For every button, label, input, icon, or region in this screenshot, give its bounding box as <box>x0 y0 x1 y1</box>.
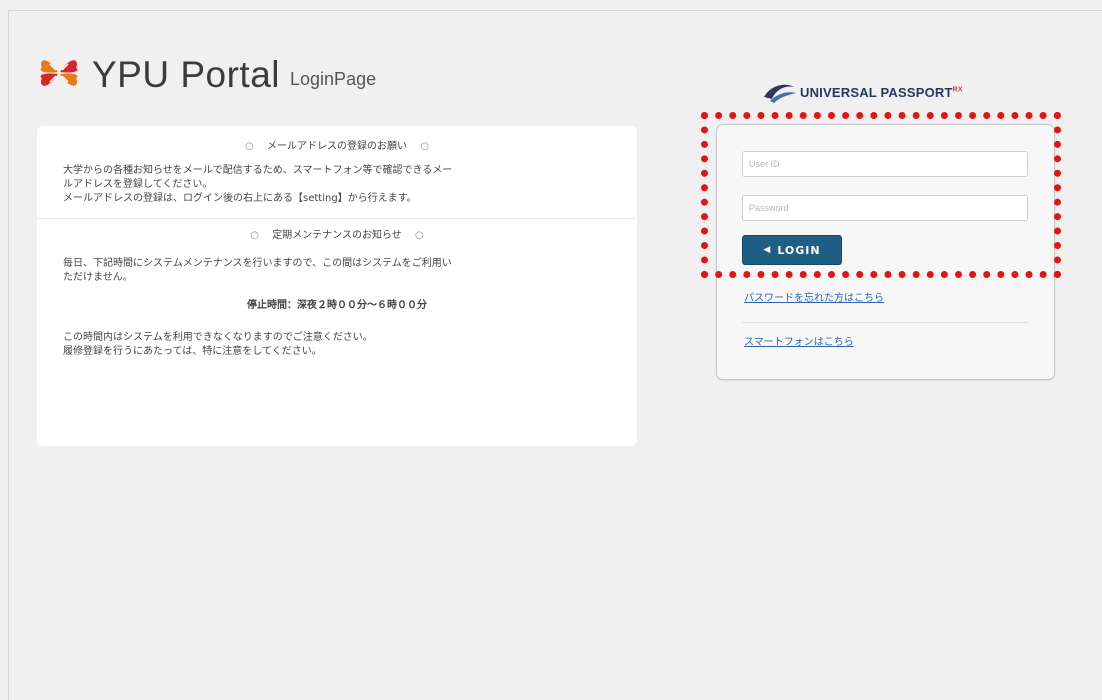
portal-logo: YPU Portal LoginPage <box>36 46 376 96</box>
notice-text: ただけません。 <box>63 272 133 283</box>
circle-mark-icon: ○ <box>250 230 259 241</box>
notice-text: この時間内はシステムを利用できなくなりますのでご注意ください。 <box>63 332 373 343</box>
notice-text: 毎日、下記時間にシステムメンテナンスを行いますので、この間はシステムをご利用い <box>63 258 452 269</box>
portal-subtitle: LoginPage <box>290 69 377 89</box>
notice-heading-maintenance-text: 定期メンテナンスのお知らせ <box>272 230 402 241</box>
notice-text: メールアドレスの登録は、ログイン後の右上にある【setting】から行えます。 <box>63 193 417 204</box>
universal-passport-logo: UNIVERSAL PASSPORTRX <box>760 78 963 106</box>
notice-heading-email: ○ メールアドレスの登録のお願い ○ <box>63 140 611 154</box>
notice-text: 履修登録を行うにあたっては、特に注意をしてください。 <box>63 346 322 357</box>
notice-heading-maintenance: ○ 定期メンテナンスのお知らせ ○ <box>63 229 611 243</box>
brand-suffix: RX <box>952 86 963 94</box>
notice-divider <box>37 218 637 219</box>
universal-passport-swoosh-icon <box>764 84 796 103</box>
notice-text: ルアドレスを登録してください。 <box>63 179 213 190</box>
ypu-flower-icon <box>40 60 78 86</box>
circle-mark-icon: ○ <box>414 230 424 241</box>
notice-heading-email-text: メールアドレスの登録のお願い <box>267 141 407 152</box>
login-highlight-box <box>701 112 1061 278</box>
circle-mark-icon: ○ <box>245 141 254 152</box>
stop-time-text: 停止時間：深夜２時００分～６時００分 <box>247 300 427 311</box>
brand-name-text: UNIVERSAL PASSPORT <box>800 84 953 100</box>
notice-panel: ○ メールアドレスの登録のお願い ○ 大学からの各種お知らせをメールで配信するた… <box>37 126 637 446</box>
brand-name: UNIVERSAL PASSPORTRX <box>800 85 963 100</box>
circle-mark-icon: ○ <box>420 141 429 152</box>
notice-text: 大学からの各種お知らせをメールで配信するため、スマートフォン等で確認できるメー <box>63 165 453 176</box>
login-panel-divider <box>742 322 1028 323</box>
smartphone-link[interactable]: スマートフォンはこちら <box>744 333 854 348</box>
portal-title: YPU Portal <box>92 54 281 95</box>
forgot-password-link[interactable]: パスワードを忘れた方はこちら <box>744 289 884 304</box>
